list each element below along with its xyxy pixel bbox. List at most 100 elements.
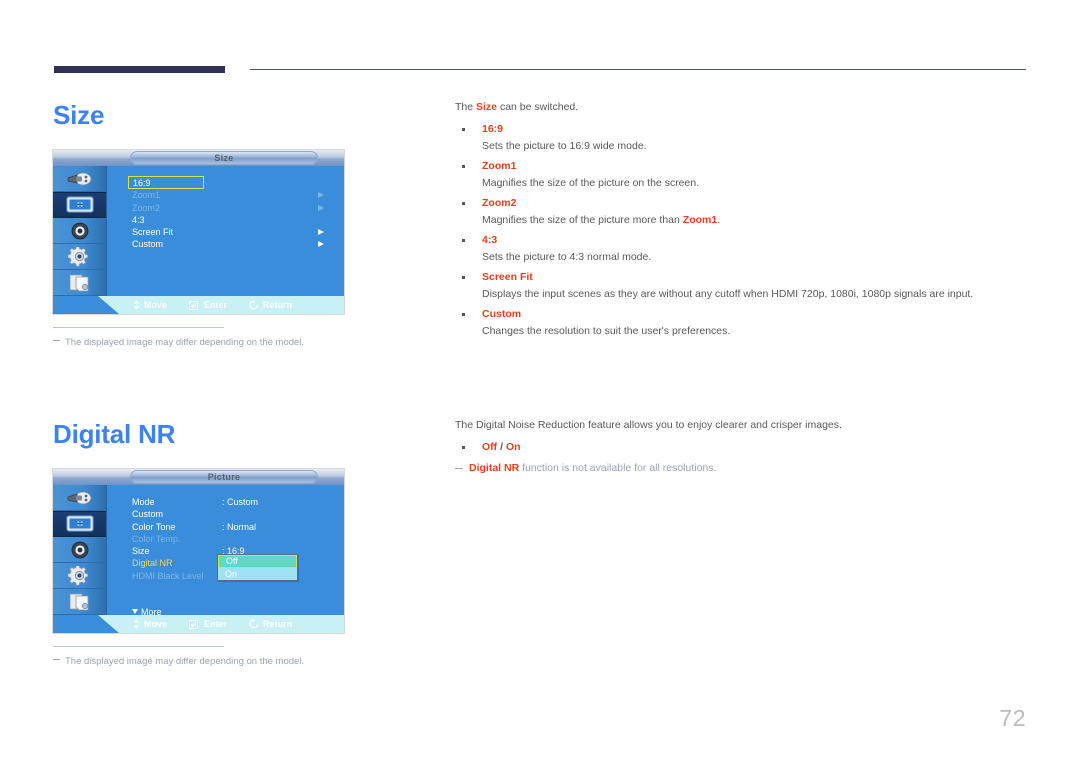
digital-nr-dropdown[interactable]: Off On [217,554,298,581]
sound-speaker-icon[interactable] [53,537,106,563]
list-item: 4:3 Sets the picture to 4:3 normal mode. [455,232,1035,265]
osd-item-zoom2[interactable]: Zoom2 [128,202,340,214]
osd-screenshot-size: Size 16:9 Zoom1 Zoom2 4:3 Screen Fit Cus… [53,150,344,314]
caption-text-row: The displayed image may differ depending… [53,337,304,348]
chevron-right-icon [318,192,324,199]
dash-icon [53,340,60,341]
osd-menu-list: 16:9 Zoom1 Zoom2 4:3 Screen Fit Custom [128,176,340,251]
multi-control-pages-icon[interactable] [53,589,106,615]
setup-gear-icon[interactable] [53,244,106,270]
dropdown-option-on[interactable]: On [218,568,297,580]
return-arrow-icon [249,300,259,310]
dropdown-option-off[interactable]: Off [218,555,297,568]
osd-footer-label: Enter [204,619,228,629]
digital-nr-note: Digital NR function is not available for… [455,460,1035,476]
bullet-desc: Sets the picture to 4:3 normal mode. [482,251,652,263]
size-lead-paragraph: The Size can be switched. [455,100,1035,115]
digital-nr-lead-paragraph: The Digital Noise Reduction feature allo… [455,419,842,431]
osd-titlebar: Picture [53,469,344,485]
dash-icon [53,659,60,660]
osd-item-label: Mode [132,497,155,507]
desc-keyword: Zoom1 [682,214,718,226]
bullet-desc: Sets the picture to 16:9 wide mode. [482,140,647,152]
bullet-term: Custom [455,306,1035,323]
osd-item-custom[interactable]: Custom [128,508,340,520]
picture-monitor-icon[interactable] [53,192,106,218]
bullet-desc: Magnifies the size of the picture more t… [455,212,1035,228]
osd-item-screen-fit[interactable]: Screen Fit [128,226,340,238]
list-item: Screen Fit Displays the input scenes as … [455,269,1035,302]
osd-footer-enter[interactable]: Enter [189,300,227,310]
osd-item-label: 16:9 [133,178,151,188]
bullet-desc: Displays the input scenes as they are wi… [482,288,974,300]
osd-footer-move[interactable]: Move [133,300,167,310]
osd-footer-label: Move [144,300,168,310]
size-description-column: The Size can be switched. 16:9 Sets the … [455,100,1035,343]
osd-footer: Move Enter Return [53,615,344,633]
bullet-term: Screen Fit [455,269,1035,286]
osd-item-4-3[interactable]: 4:3 [128,214,340,226]
osd-item-label: 4:3 [132,214,145,225]
osd-item-label: Size [132,546,150,557]
osd-footer: Move Enter Return [53,296,344,314]
osd-item-color-temp[interactable]: Color Temp. [128,533,340,545]
chevron-down-icon [132,609,138,614]
image-caption-picture: The displayed image may differ depending… [53,646,304,667]
updown-arrow-icon [133,619,140,629]
bullet-term: Zoom2 [455,195,1035,212]
desc-suffix: . [717,214,721,226]
osd-item-label: Zoom1 [132,190,161,201]
setup-gear-icon[interactable] [53,563,106,589]
osd-item-label: Color Temp. [132,533,181,544]
osd-screenshot-picture: Picture Mode: Custom Custom Color Tone … [53,469,344,633]
input-source-icon[interactable] [53,485,106,511]
chevron-right-icon [318,241,324,248]
osd-item-mode[interactable]: Mode : Custom [128,496,340,508]
osd-menu-title: Picture [130,470,318,484]
caption-rule [53,327,224,328]
desc-prefix: Magnifies the size of the picture more t… [482,214,683,226]
osd-item-16-9[interactable]: 16:9 [128,176,340,189]
chevron-right-icon [318,204,324,211]
list-item: Custom Changes the resolution to suit th… [455,306,1035,339]
osd-item-label: Digital NR [132,558,173,569]
lead-suffix: can be switched. [497,101,579,113]
bullet-term: 4:3 [455,232,1035,249]
osd-item-label: Custom [132,239,164,250]
multi-control-pages-icon[interactable] [53,270,106,296]
input-source-icon[interactable] [53,166,106,192]
osd-footer-notch [53,615,119,633]
enter-key-icon [189,300,199,310]
image-caption-size: The displayed image may differ depending… [53,327,304,348]
osd-footer-label: Enter [204,300,228,310]
osd-item-label: HDMI Black Level [132,570,204,581]
note-text: function is not available for all resolu… [519,462,717,474]
caption-text: The displayed image may differ depending… [65,656,305,667]
osd-item-zoom1[interactable]: Zoom1 [128,189,340,201]
osd-footer-label: Return [263,619,293,629]
osd-footer-enter[interactable]: Enter [189,619,227,629]
osd-sidebar [53,166,107,296]
osd-footer-move[interactable]: Move [133,619,167,629]
osd-sidebar [53,485,107,615]
osd-item-custom[interactable]: Custom [128,238,340,250]
sound-speaker-icon[interactable] [53,218,106,244]
bullet-term: 16:9 [455,121,1035,138]
picture-monitor-icon[interactable] [53,511,106,537]
lead-prefix: The [455,101,477,113]
osd-footer-label: Return [263,300,293,310]
bullet-term: Zoom1 [455,158,1035,175]
bullet-term-separator: / [497,441,506,453]
list-item: Off / On [455,439,1035,456]
osd-footer-return[interactable]: Return [249,300,292,310]
osd-footer-return[interactable]: Return [249,619,292,629]
note-keyword: Digital NR [469,462,520,474]
osd-selection-highlight: 16:9 [128,176,204,189]
osd-body: Mode : Custom Custom Color Tone : Normal… [108,485,344,617]
bullet-term-off: Off [482,441,498,453]
osd-item-color-tone[interactable]: Color Tone : Normal [128,521,340,533]
header-rule-thick [54,66,225,73]
osd-item-label: Color Tone [132,521,176,532]
osd-footer-notch [53,296,119,314]
caption-text: The displayed image may differ depending… [65,337,305,348]
